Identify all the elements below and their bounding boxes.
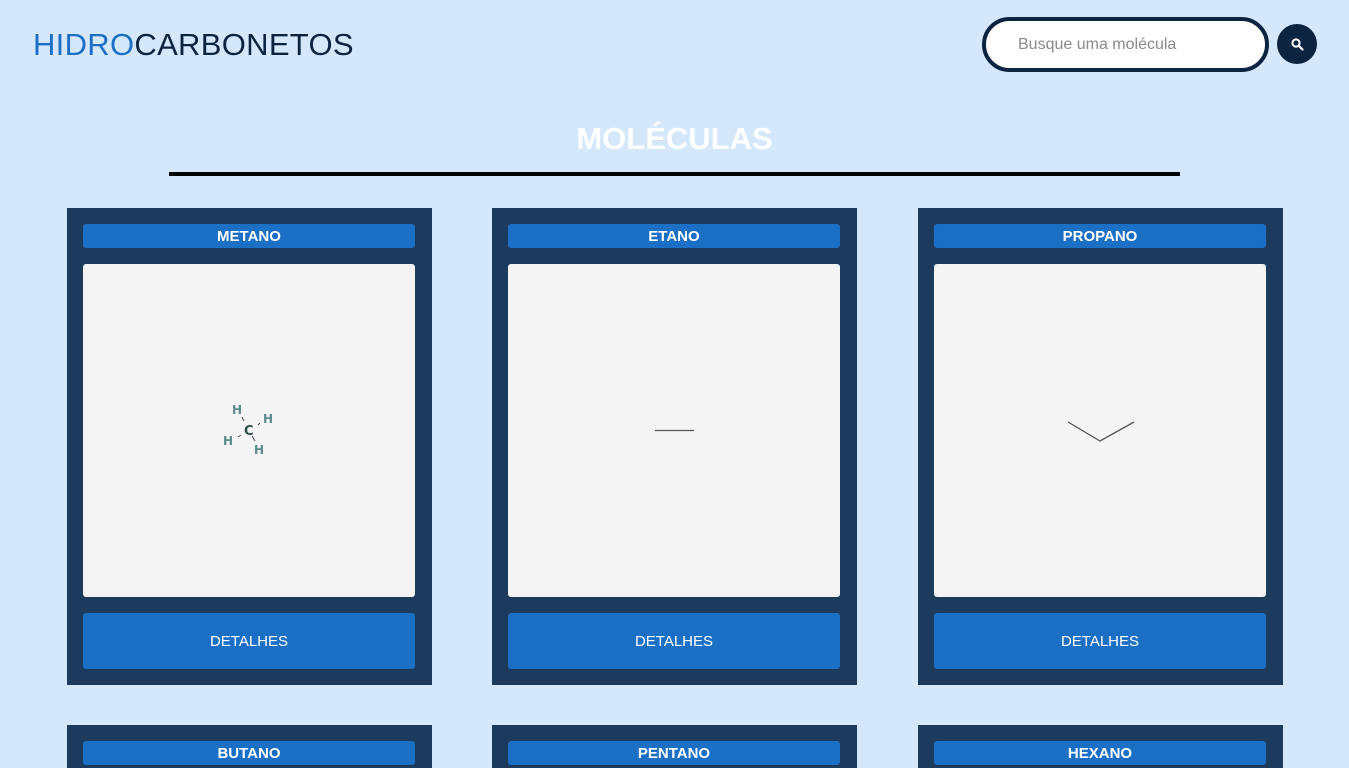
molecule-card-pentano: PENTANO [492,725,857,768]
search-button[interactable] [1277,24,1317,64]
molecule-name: HEXANO [934,741,1266,765]
atom-label: H [232,403,242,417]
logo-part-carbonetos: CARBONETOS [134,27,354,62]
molecule-card-butano: BUTANO [67,725,432,768]
details-button-metano[interactable]: DETALHES [83,613,415,669]
page: HIDROCARBONETOS MOLÉCULAS METANO H H H H… [0,0,1349,768]
page-title: MOLÉCULAS [576,121,773,156]
propane-skeletal-image [1067,421,1135,442]
atom-label: H [263,412,273,426]
ethane-skeletal-image [655,429,694,432]
title-divider [169,172,1180,176]
molecule-name: BUTANO [83,741,415,765]
molecule-name: PENTANO [508,741,840,765]
details-button-etano[interactable]: DETALHES [508,613,840,669]
atom-label: H [254,443,264,457]
search-icon [1290,37,1304,51]
molecule-name: METANO [83,224,415,248]
molecule-name: PROPANO [934,224,1266,248]
molecule-image-etano [508,264,840,597]
logo-part-hidro: HIDRO [33,27,135,62]
molecule-card-propano: PROPANO DETALHES [918,208,1283,685]
search-input[interactable] [982,17,1269,72]
molecule-card-hexano: HEXANO [918,725,1283,768]
molecule-image-propano [934,264,1266,597]
molecule-image-metano: H H H H C [83,264,415,597]
details-button-propano[interactable]: DETALHES [934,613,1266,669]
methane-structure-image: H H H H C [223,403,273,457]
atom-label: H [223,434,233,448]
molecule-card-metano: METANO H H H H C DETALHES [67,208,432,685]
molecule-card-etano: ETANO DETALHES [492,208,857,685]
site-logo[interactable]: HIDROCARBONETOS [33,27,354,63]
molecule-name: ETANO [508,224,840,248]
